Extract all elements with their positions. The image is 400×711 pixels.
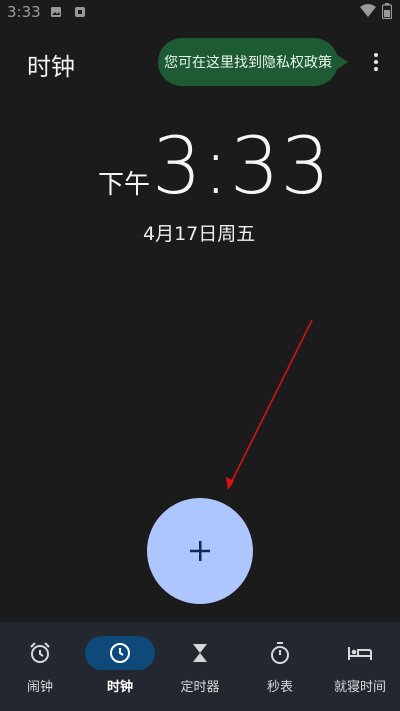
- add-city-button[interactable]: [147, 498, 253, 604]
- status-right-icons: [360, 3, 392, 19]
- clock-date: 4月17日周五: [143, 223, 256, 245]
- more-options-button[interactable]: [364, 48, 388, 76]
- nav-item-alarm[interactable]: 闹钟: [0, 622, 80, 711]
- hourglass-icon: [193, 644, 207, 662]
- annotation-arrow: [226, 319, 313, 490]
- bed-icon: [348, 647, 372, 660]
- nav-item-clock[interactable]: 时钟: [80, 622, 160, 711]
- add-icon: [190, 541, 210, 561]
- image-icon: [51, 7, 61, 17]
- tooltip-text: 您可在这里找到隐私权政策: [164, 55, 332, 71]
- nav-item-bedtime[interactable]: 就寝时间: [320, 622, 400, 711]
- tooltip-pointer: [336, 54, 348, 70]
- clock-icon: [110, 643, 130, 663]
- app-notification-icon: [75, 7, 85, 17]
- battery-icon: [382, 3, 392, 19]
- alarm-icon: [30, 642, 50, 663]
- nav-label-bedtime: 就寝时间: [333, 680, 386, 695]
- status-bar: 3:33: [0, 0, 400, 26]
- stopwatch-icon: [271, 642, 289, 664]
- status-time: 3:33: [7, 3, 41, 21]
- nav-active-indicator: [85, 636, 155, 670]
- bottom-navigation: 闹钟 时钟 定时器 秒表 就寝时间: [0, 622, 400, 711]
- digital-clock: 下午 3:33: [98, 128, 331, 206]
- privacy-policy-tooltip[interactable]: 您可在这里找到隐私权政策: [158, 38, 348, 86]
- nav-item-timer[interactable]: 定时器: [160, 622, 240, 711]
- more-vert-icon: [374, 53, 378, 57]
- nav-label-clock: 时钟: [106, 680, 133, 695]
- nav-label-alarm: 闹钟: [26, 680, 53, 695]
- clock-app-screen: 3:33 时钟 您可在这里找到隐私权政策 下午 3:33 4月17日周五 闹钟 …: [0, 0, 400, 711]
- ampm-label: 下午: [98, 170, 151, 200]
- nav-label-stopwatch: 秒表: [266, 680, 293, 695]
- wifi-icon: [360, 4, 376, 17]
- clock-time: 3:33: [152, 122, 332, 212]
- nav-item-stopwatch[interactable]: 秒表: [240, 622, 320, 711]
- nav-label-timer: 定时器: [180, 680, 220, 695]
- page-title: 时钟: [27, 53, 75, 81]
